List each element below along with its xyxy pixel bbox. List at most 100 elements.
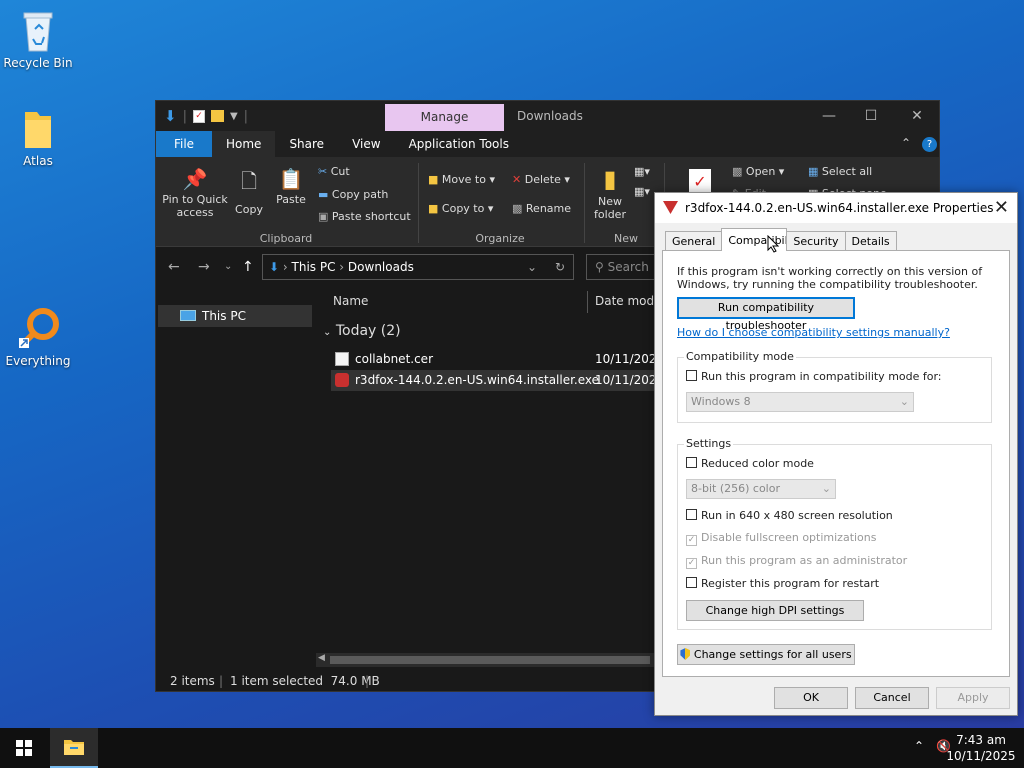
chevron-up-icon[interactable]: ⌃ [914, 739, 924, 753]
tab-security[interactable]: Security [786, 231, 846, 251]
compatibility-os-select[interactable]: Windows 8 ⌄ [686, 392, 914, 412]
copy-to-button[interactable]: ■ Copy to ▾ [428, 202, 493, 215]
copy-path-button[interactable]: ▬ Copy path [318, 188, 388, 201]
copy-path-icon: ▬ [318, 188, 329, 201]
select-all-icon: ▦ [808, 165, 819, 178]
taskbar-file-explorer[interactable] [50, 728, 98, 768]
up-arrow-icon[interactable]: ↑ [242, 259, 254, 275]
run-as-admin-label: Run this program as an administrator [701, 554, 908, 567]
delete-button[interactable]: ✕ Delete ▾ [512, 173, 570, 186]
paste-button[interactable]: 📋 Paste [272, 167, 310, 206]
tab-view[interactable]: View [338, 131, 394, 157]
desktop-icon-atlas[interactable]: Atlas [0, 106, 76, 168]
desktop-icon-recycle-bin[interactable]: Recycle Bin [0, 8, 76, 70]
properties-dialog[interactable]: r3dfox-144.0.2.en-US.win64.installer.exe… [654, 192, 1018, 716]
paste-shortcut-button[interactable]: ▣ Paste shortcut [318, 210, 411, 223]
tab-file[interactable]: File [156, 131, 212, 157]
paste-shortcut-label: Paste shortcut [331, 210, 411, 223]
tab-share[interactable]: Share [275, 131, 338, 157]
breadcrumb-downloads[interactable]: Downloads [348, 260, 414, 274]
close-icon[interactable]: ✕ [994, 197, 1009, 218]
new-folder-button[interactable]: ▮ New folder [590, 165, 630, 221]
reduced-color-checkbox[interactable]: Reduced color mode [686, 457, 814, 470]
compatibility-panel: If this program isn't working correctly … [662, 250, 1010, 677]
copy-to-label: Copy to [441, 202, 485, 215]
compatibility-mode-checkbox[interactable]: Run this program in compatibility mode f… [686, 370, 942, 383]
tab-general[interactable]: General [665, 231, 723, 251]
settings-label: Settings [684, 437, 734, 450]
paste-shortcut-icon: ▣ [318, 210, 329, 223]
chevron-down-icon[interactable]: ▼ [230, 111, 238, 122]
checkbox-checked-icon: ✓ [686, 535, 697, 546]
horizontal-scrollbar[interactable]: ◀ [316, 653, 656, 667]
column-header-name[interactable]: Name [333, 287, 368, 315]
column-divider[interactable] [587, 291, 588, 313]
checkbox-unchecked-icon [686, 370, 697, 381]
nav-item-this-pc[interactable]: This PC [158, 305, 312, 327]
select-all-button[interactable]: ▦ Select all [808, 165, 872, 178]
open-label: Open [745, 165, 776, 178]
move-to-button[interactable]: ■ Move to ▾ [428, 173, 495, 186]
run-troubleshooter-button[interactable]: Run compatibility troubleshooter [677, 297, 855, 332]
minimize-button[interactable]: — [806, 105, 852, 127]
maximize-button[interactable]: ☐ [848, 105, 894, 127]
folder-icon: ■ [428, 202, 439, 215]
new-item-icon: ▦ [634, 165, 645, 178]
dialog-titlebar[interactable]: r3dfox-144.0.2.en-US.win64.installer.exe… [655, 193, 1017, 223]
tab-home[interactable]: Home [212, 131, 276, 157]
desktop-icon-everything[interactable]: Everything [0, 306, 76, 368]
taskbar: ⌃ 🔇 7:43 am 10/11/2025 [0, 728, 1024, 768]
checkbox-unchecked-icon [686, 577, 697, 588]
forward-arrow-icon[interactable]: → [198, 259, 210, 275]
recent-locations-icon[interactable]: ⌄ [224, 261, 232, 272]
new-folder-icon[interactable] [210, 110, 224, 122]
breadcrumb-this-pc[interactable]: This PC [292, 260, 336, 274]
manage-context-tab[interactable]: Manage [385, 104, 504, 131]
everything-search-icon [0, 306, 76, 352]
download-arrow-icon[interactable]: ⬇ [164, 107, 177, 125]
desktop-icon-label: Recycle Bin [3, 56, 73, 70]
chevron-down-icon: ⌄ [899, 395, 909, 408]
tab-details[interactable]: Details [844, 231, 897, 251]
cut-button[interactable]: ✂ Cut [318, 165, 350, 178]
scroll-left-icon[interactable]: ◀ [318, 653, 325, 663]
clipboard-group-label: Clipboard [259, 232, 313, 245]
file-name: collabnet.cer [355, 352, 433, 366]
properties-icon[interactable]: ✓ [192, 109, 205, 123]
file-row[interactable]: collabnet.cer 10/11/2025 [331, 349, 664, 370]
change-all-users-button[interactable]: Change settings for all users [677, 644, 855, 665]
refresh-icon[interactable]: ↻ [555, 255, 565, 279]
cancel-button[interactable]: Cancel [855, 687, 929, 709]
rename-button[interactable]: ▩ Rename [512, 202, 571, 215]
ok-button[interactable]: OK [774, 687, 848, 709]
file-row-selected[interactable]: r3dfox-144.0.2.en-US.win64.installer.exe… [331, 370, 664, 391]
copy-button[interactable]: 🗋 Copy [232, 167, 266, 216]
start-button[interactable] [0, 728, 48, 768]
open-button[interactable]: ▩ Open ▾ [732, 165, 784, 178]
change-dpi-button[interactable]: Change high DPI settings [686, 600, 864, 621]
color-mode-select[interactable]: 8-bit (256) color ⌄ [686, 479, 836, 499]
compatibility-help-link[interactable]: How do I choose compatibility settings m… [677, 326, 950, 339]
new-item-button[interactable]: ▦▾ [634, 165, 650, 178]
scrollbar-thumb[interactable] [330, 656, 650, 664]
copy-label: Copy [235, 203, 263, 216]
easy-access-button[interactable]: ▦▾ [634, 185, 650, 198]
group-header-today[interactable]: ⌄ Today (2) [323, 323, 401, 339]
mouse-cursor-icon [767, 235, 779, 253]
tab-application-tools[interactable]: Application Tools [395, 131, 523, 157]
close-button[interactable]: ✕ [894, 105, 940, 127]
help-icon[interactable]: ? [922, 137, 937, 152]
folder-icon: ■ [428, 173, 439, 186]
pin-quick-access-button[interactable]: 📌 Pin to Quick access [162, 167, 228, 219]
explorer-titlebar[interactable]: ⬇ | ✓ ▼ | Manage Downloads — ☐ ✕ [156, 101, 939, 131]
paste-label: Paste [276, 193, 306, 206]
chevron-down-icon[interactable]: ⌄ [527, 255, 537, 279]
register-restart-checkbox[interactable]: Register this program for restart [686, 577, 879, 590]
back-arrow-icon[interactable]: ← [168, 259, 180, 275]
resolution-640-checkbox[interactable]: Run in 640 x 480 screen resolution [686, 509, 893, 522]
address-bar[interactable]: ⬇ › This PC › Downloads ⌄ ↻ [262, 254, 574, 280]
organize-group-label: Organize [475, 232, 525, 245]
taskbar-clock[interactable]: 7:43 am 10/11/2025 [946, 732, 1016, 764]
chevron-up-icon[interactable]: ⌃ [901, 136, 911, 150]
dialog-tabs: General Compatibility Security Details [665, 228, 897, 251]
